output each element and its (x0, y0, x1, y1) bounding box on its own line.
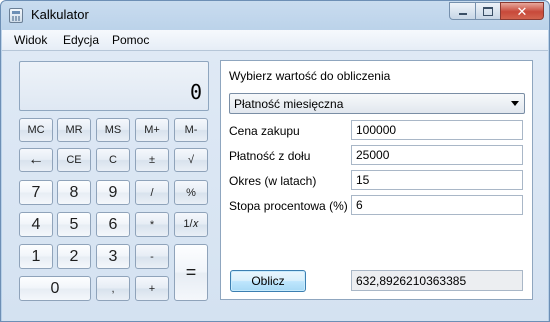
display-value: 0 (189, 80, 202, 104)
calculation-type-value: Płatność miesięczna (234, 97, 344, 111)
digit-5-button[interactable]: 5 (57, 212, 91, 237)
memory-recall-button[interactable]: MR (57, 118, 91, 142)
percent-button[interactable]: % (174, 180, 208, 205)
calculation-type-select[interactable]: Płatność miesięczna (229, 93, 525, 114)
clear-entry-button[interactable]: CE (57, 148, 91, 172)
title-bar[interactable]: Kalkulator ✕ (1, 1, 549, 29)
digit-3-button[interactable]: 3 (96, 244, 130, 269)
interest-rate-field[interactable]: 6 (351, 195, 523, 215)
maximize-button[interactable] (475, 2, 501, 20)
digit-1-button[interactable]: 1 (19, 244, 53, 269)
clear-button[interactable]: C (96, 148, 130, 172)
calculate-button[interactable]: Oblicz (230, 270, 306, 292)
equals-button[interactable]: = (174, 244, 208, 301)
digit-6-button[interactable]: 6 (96, 212, 130, 237)
interest-rate-label: Stopa procentowa (%) (229, 199, 348, 213)
purchase-price-field[interactable]: 100000 (351, 120, 523, 140)
multiply-button[interactable]: * (135, 212, 169, 237)
close-icon: ✕ (516, 3, 528, 19)
digit-4-button[interactable]: 4 (19, 212, 53, 237)
dropdown-arrow-icon (511, 101, 519, 106)
negate-button[interactable]: ± (135, 148, 169, 172)
square-root-button[interactable]: √ (174, 148, 208, 172)
digit-2-button[interactable]: 2 (57, 244, 91, 269)
down-payment-field[interactable]: 25000 (351, 145, 523, 165)
menu-edycja[interactable]: Edycja (63, 33, 99, 47)
digit-8-button[interactable]: 8 (57, 180, 91, 205)
close-button[interactable]: ✕ (500, 2, 544, 20)
memory-store-button[interactable]: MS (96, 118, 130, 142)
digit-9-button[interactable]: 9 (96, 180, 130, 205)
calculator-app-icon (9, 8, 23, 23)
menu-bar: Widok Edycja Pomoc (2, 30, 548, 51)
add-button[interactable]: + (135, 276, 169, 301)
maximize-icon (483, 6, 493, 16)
result-field: 632,8926210363385 (351, 270, 523, 291)
digit-7-button[interactable]: 7 (19, 180, 53, 205)
divide-button[interactable]: / (135, 180, 169, 205)
down-payment-label: Płatność z dołu (229, 149, 311, 163)
term-years-label: Okres (w latach) (229, 174, 317, 188)
minimize-button[interactable] (449, 2, 476, 20)
purchase-price-label: Cena zakupu (229, 124, 300, 138)
backspace-button[interactable]: ← (19, 148, 53, 172)
calculator-display: 0 (19, 61, 209, 111)
calculation-prompt: Wybierz wartość do obliczenia (229, 69, 391, 83)
memory-subtract-button[interactable]: M- (174, 118, 208, 142)
term-years-field[interactable]: 15 (351, 170, 523, 190)
decimal-separator-button[interactable]: , (96, 276, 130, 301)
menu-pomoc[interactable]: Pomoc (112, 33, 149, 47)
reciprocal-button[interactable]: 1/𝑥 (174, 212, 208, 237)
window-title: Kalkulator (31, 7, 89, 22)
subtract-button[interactable]: - (135, 244, 169, 269)
memory-add-button[interactable]: M+ (135, 118, 169, 142)
memory-clear-button[interactable]: MC (19, 118, 53, 142)
minimize-icon (458, 12, 467, 15)
digit-0-button[interactable]: 0 (19, 276, 91, 301)
menu-widok[interactable]: Widok (14, 33, 47, 47)
